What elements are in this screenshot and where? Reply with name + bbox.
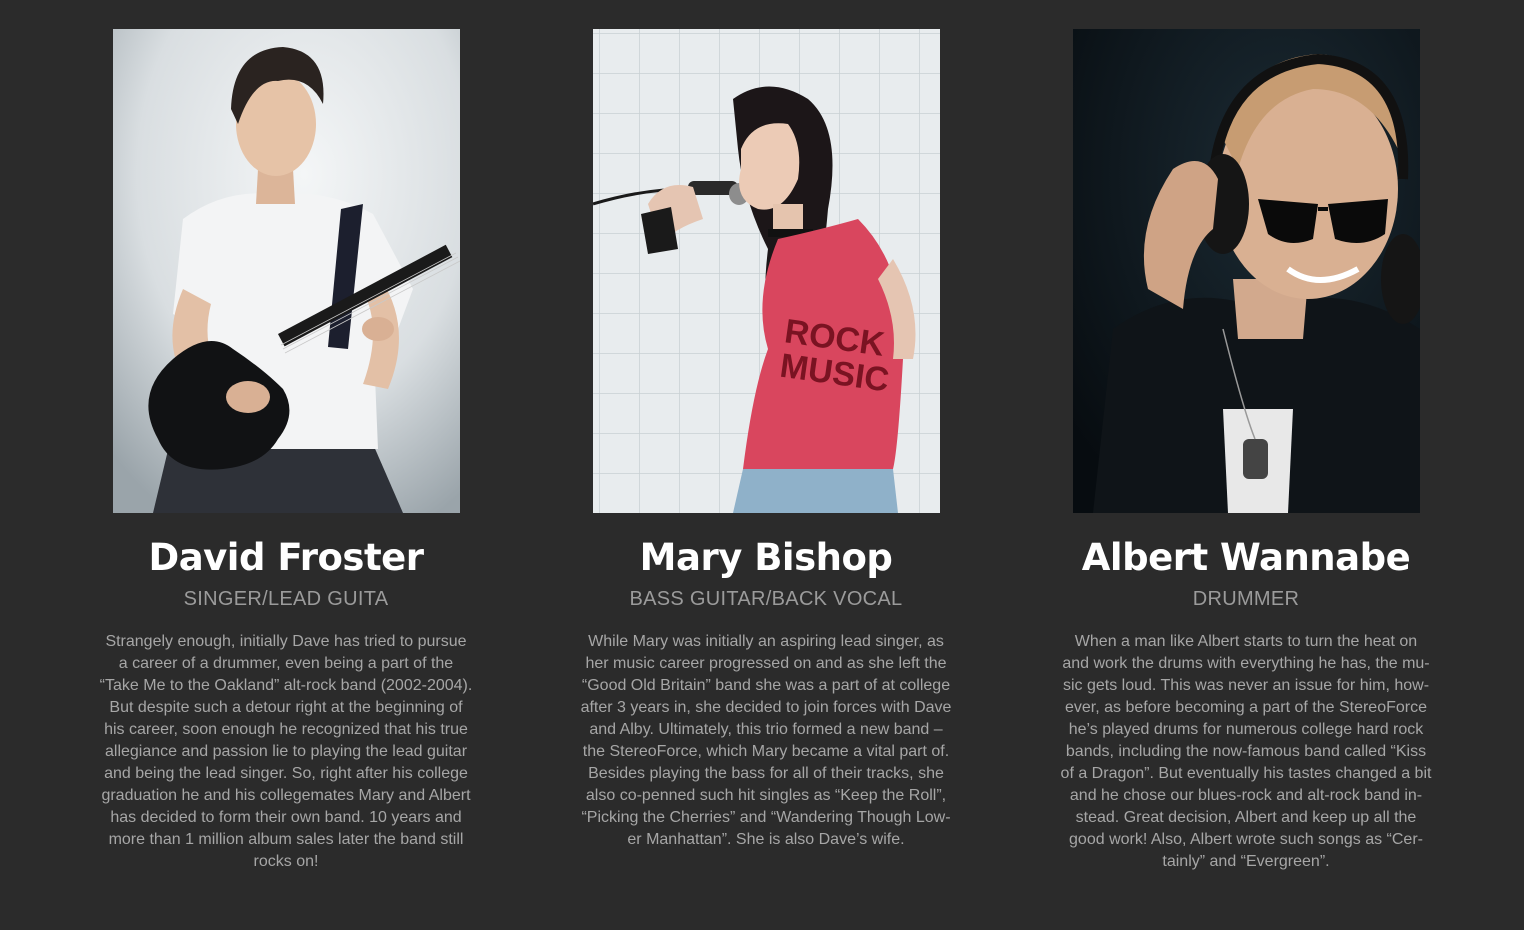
member-photo-singer: ROCK MUSIC <box>592 29 940 513</box>
team-section: David Froster SINGER/LEAD GUITA Strangel… <box>0 0 1524 930</box>
member-bio: While Mary was initially an aspiring lea… <box>580 633 952 848</box>
team-member-card: David Froster SINGER/LEAD GUITA Strangel… <box>66 29 506 873</box>
member-photo-guitarist <box>112 29 460 513</box>
member-role: SINGER/LEAD GUITA <box>183 588 389 610</box>
team-member-card: ROCK MUSIC Mary Bishop BASS GUITAR/BACK … <box>546 29 986 851</box>
member-name: Albert Wannabe <box>1081 536 1411 579</box>
member-role: DRUMMER <box>1192 588 1300 610</box>
member-bio: Strangely enough, initially Dave has tri… <box>99 633 473 870</box>
team-member-card: Albert Wannabe DRUMMER When a man like A… <box>1026 29 1466 873</box>
member-role: BASS GUITAR/BACK VOCAL <box>629 588 903 610</box>
member-photo-drummer <box>1072 29 1420 513</box>
member-bio: When a man like Albert starts to turn th… <box>1060 633 1432 870</box>
member-name: David Froster <box>148 536 424 579</box>
member-name: Mary Bishop <box>639 536 893 579</box>
